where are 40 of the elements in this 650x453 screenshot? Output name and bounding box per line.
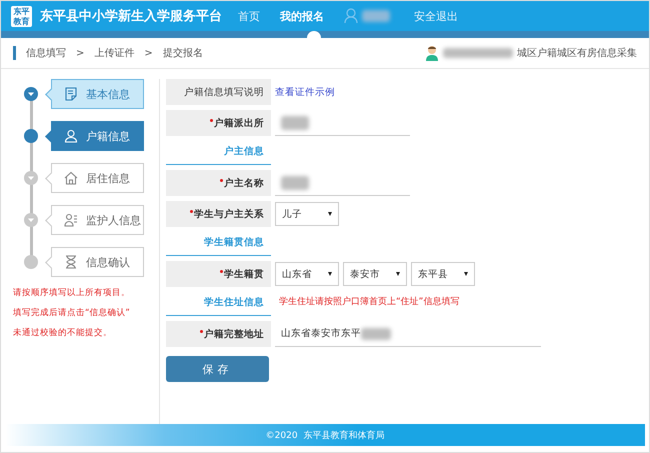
instruction-text: 填写完成后请点击“信息确认” — [13, 307, 131, 319]
field-label: 户主名称 — [166, 170, 271, 196]
save-button[interactable]: 保存 — [166, 356, 269, 382]
breadcrumb-item[interactable]: 提交报名 — [162, 46, 203, 60]
instruction-text: 未通过校验的不能提交。 — [13, 327, 113, 339]
section-heading: 户主信息 — [166, 139, 271, 165]
step-tab[interactable]: 监护人信息 — [51, 205, 144, 235]
step-tab[interactable]: 居住信息 — [51, 163, 144, 193]
input-field[interactable]: 山东省泰安市东平 — [275, 321, 541, 347]
hint-text: 学生住址请按照户口簿首页上“住址”信息填写 — [279, 296, 460, 308]
breadcrumb-item[interactable]: 上传证件 — [94, 46, 134, 60]
breadcrumb-separator: > — [144, 48, 153, 58]
avatar-icon — [425, 45, 439, 61]
dropdown[interactable]: 山东省 — [275, 262, 339, 286]
step-tab[interactable]: 信息确认 — [51, 247, 144, 277]
field-label: 学生籍贯 — [166, 261, 271, 287]
house-icon — [64, 171, 78, 185]
section-heading: 学生籍贯信息 — [166, 230, 271, 256]
logo: 东平教育 — [11, 6, 32, 26]
sample-link[interactable]: 查看证件示例 — [275, 86, 335, 98]
field-label: 户籍完整地址 — [166, 321, 271, 347]
dropdown[interactable]: 泰安市 — [343, 262, 407, 286]
instruction-text: 请按顺序填写以上所有项目。 — [13, 287, 131, 299]
field-label: 户籍信息填写说明 — [166, 79, 271, 105]
category-label: 城区户籍城区有房信息采集 — [517, 46, 637, 60]
step-tab[interactable]: 户籍信息 — [51, 121, 144, 151]
user-icon — [344, 8, 358, 24]
field-label: 学生与户主关系 — [166, 201, 271, 227]
copyright-text: ©2020 东平县教育和体育局 — [266, 429, 384, 442]
breadcrumb-item[interactable]: 信息填写 — [26, 46, 66, 60]
section-heading: 学生住址信息 — [166, 290, 271, 316]
site-title: 东平县中小学新生入学服务平台 — [40, 8, 222, 25]
breadcrumb-separator: > — [76, 48, 84, 58]
dropdown[interactable]: 东平县 — [411, 262, 475, 286]
field-label: 户籍派出所 — [166, 110, 271, 136]
form-icon — [64, 87, 78, 101]
dropdown[interactable]: 儿子 — [275, 202, 339, 226]
contact-icon — [64, 213, 78, 227]
person-icon — [64, 129, 78, 143]
hourglass-icon — [64, 255, 78, 269]
